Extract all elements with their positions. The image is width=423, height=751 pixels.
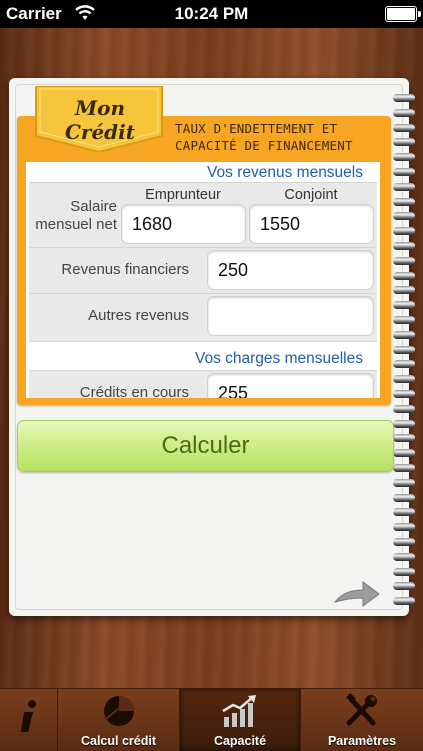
tab-parametres[interactable]: Paramètres [301, 689, 423, 751]
screen-title-line1: TAUX D'ENDETTEMENT ET [175, 121, 338, 136]
app-logo: Mon Crédit [65, 96, 135, 144]
column-header-emprunteur: Emprunteur [145, 187, 221, 203]
salary-label-line1: Salaire [70, 198, 117, 215]
other-income-label: Autres revenus [88, 307, 189, 324]
spiral-ring [393, 464, 415, 472]
salary-label: Salaire mensuel net [30, 198, 117, 234]
spiral-ring [393, 538, 415, 546]
spiral-ring [393, 597, 415, 606]
next-page-arrow-icon[interactable] [333, 578, 381, 610]
spiral-ring [393, 478, 415, 487]
salary-label-line2: mensuel net [35, 216, 117, 233]
spiral-ring [393, 197, 415, 206]
spiral-ring [393, 582, 415, 591]
salary-borrower-input[interactable]: 1680 [121, 204, 246, 244]
spiral-ring [393, 449, 415, 458]
column-header-conjoint: Conjoint [284, 187, 338, 203]
status-bar: Carrier 10:24 PM [0, 0, 423, 28]
tab-calcul-credit-label: Calcul crédit [80, 734, 157, 748]
spiral-ring [393, 108, 415, 117]
tab-info[interactable] [0, 689, 57, 751]
section-title-revenus: Vos revenus mensuels [207, 164, 363, 181]
growth-chart-icon [220, 693, 260, 734]
current-loans-input[interactable]: 255 [207, 373, 374, 398]
pie-chart-icon [100, 693, 138, 734]
spiral-ring [393, 271, 415, 280]
tab-capacite-label: Capacité [213, 734, 267, 748]
spiral-ring [393, 212, 415, 221]
battery-icon [385, 6, 421, 22]
tab-calcul-credit[interactable]: Calcul crédit [58, 689, 179, 751]
spiral-ring [393, 434, 415, 443]
tab-bar: Calcul crédit Capacité Paramètres [0, 688, 423, 751]
spiral-binding [393, 94, 415, 614]
spiral-ring [393, 256, 415, 265]
spiral-ring [393, 552, 415, 561]
spiral-ring [393, 360, 415, 369]
screen-title-line2: CAPACITÉ DE FINANCEMENT [175, 138, 353, 153]
salary-spouse-input[interactable]: 1550 [249, 204, 374, 244]
spiral-ring [393, 345, 415, 354]
spiral-ring [393, 567, 415, 576]
spiral-ring [393, 330, 415, 339]
spiral-ring [393, 182, 415, 191]
spiral-ring [393, 168, 415, 176]
spiral-ring [393, 227, 415, 236]
spiral-ring [393, 286, 415, 295]
spiral-ring [393, 508, 415, 517]
calculate-button[interactable]: Calculer [17, 420, 394, 472]
form-scroll-area[interactable]: Vos revenus mensuels Salaire mensuel net… [26, 162, 380, 398]
spiral-ring [393, 138, 415, 147]
spiral-ring [393, 404, 415, 413]
spiral-ring [393, 316, 415, 324]
spiral-ring [393, 390, 415, 398]
current-loans-label: Crédits en cours [79, 384, 189, 398]
status-time: 10:24 PM [174, 4, 249, 23]
tab-parametres-label: Paramètres [327, 734, 397, 748]
spiral-ring [393, 123, 415, 132]
financial-income-input[interactable]: 250 [207, 250, 374, 290]
spiral-ring [393, 94, 415, 102]
tab-capacite[interactable]: Capacité [180, 689, 300, 751]
spiral-ring [393, 301, 415, 310]
spiral-ring [393, 419, 415, 428]
tools-icon [343, 693, 381, 734]
spiral-ring [393, 375, 415, 384]
section-title-charges: Vos charges mensuelles [194, 350, 363, 367]
info-icon [18, 699, 40, 740]
spiral-ring [393, 493, 415, 502]
spiral-ring [393, 242, 415, 250]
spiral-ring [393, 153, 415, 162]
financial-income-label: Revenus financiers [61, 261, 189, 278]
spiral-ring [393, 523, 415, 532]
other-income-input[interactable] [207, 296, 374, 336]
screen-title: TAUX D'ENDETTEMENT ET CAPACITÉ DE FINANC… [175, 120, 385, 154]
